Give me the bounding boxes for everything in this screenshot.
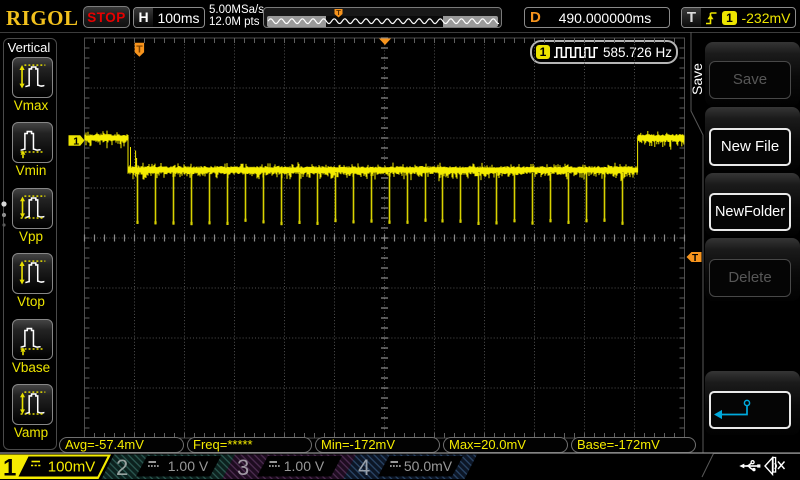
- svg-text:1.00 V: 1.00 V: [168, 458, 209, 474]
- svg-text:1: 1: [3, 455, 16, 480]
- svg-text:1: 1: [73, 135, 79, 147]
- svg-text:100mV: 100mV: [48, 459, 96, 476]
- svg-text:50.0mV: 50.0mV: [404, 458, 453, 474]
- svg-text:T: T: [692, 253, 698, 264]
- svg-text:4: 4: [358, 455, 370, 480]
- svg-text:2: 2: [116, 455, 128, 480]
- svg-text:T: T: [136, 44, 143, 56]
- svg-text:3: 3: [237, 455, 249, 480]
- svg-text:1.00 V: 1.00 V: [284, 458, 325, 474]
